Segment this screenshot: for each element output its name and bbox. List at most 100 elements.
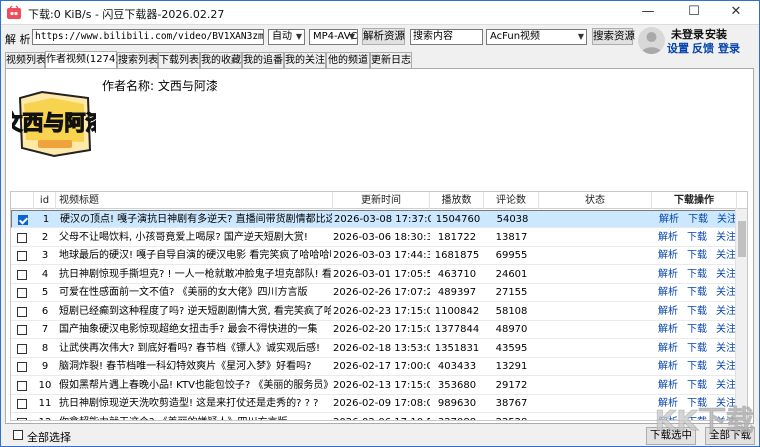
tab-changelog[interactable]: 更新日志 — [370, 52, 412, 69]
follow-action-link[interactable]: 关注 — [716, 414, 736, 421]
download-action-link[interactable]: 下载 — [687, 414, 707, 421]
cover-logo-text: 文西与阿漆 — [12, 111, 96, 135]
download-action-link[interactable]: 下载 — [687, 303, 707, 321]
parse-action-link[interactable]: 解析 — [658, 358, 678, 376]
app-window: 下载:0 KiB/s - 闪豆下载器-2026.02.27 — ☐ ✕ 解 析 … — [0, 0, 760, 447]
follow-action-link[interactable]: 关注 — [716, 358, 736, 376]
table-row[interactable]: 5 可爱在性感面前一文不值? 《美丽的女大佬》四川方言版 2026-02-26 17… — [11, 284, 747, 302]
table-row[interactable]: 10 假如黑帮片遇上春晚小品! KTV也能包饺子? 《美丽的服务员》四川 2026-… — [11, 377, 747, 395]
row-checkbox[interactable] — [17, 343, 27, 354]
download-action-link[interactable]: 下载 — [687, 321, 707, 339]
table-row[interactable]: 12你拿超能力就干这个? 《美丽的嫌疑人》四川方言版2026-02-06 17:… — [11, 414, 747, 421]
follow-action-link[interactable]: 关注 — [716, 395, 736, 413]
search-input[interactable]: 搜索内容 — [410, 29, 483, 45]
parse-action-link[interactable]: 解析 — [658, 377, 678, 395]
row-checkbox[interactable] — [17, 417, 27, 420]
avatar-icon[interactable] — [638, 27, 665, 54]
tab-following-series[interactable]: 我的追番 — [242, 52, 284, 69]
tab-my-follows[interactable]: 我的关注 — [284, 52, 326, 69]
download-all-button[interactable]: 全部下载 — [705, 427, 755, 445]
table-row[interactable]: 8 让武侠再次伟大? 到底好看吗? 春节档《镖人》诚实观后感! 2026-02-18… — [11, 340, 747, 358]
table-row[interactable]: 2 父母不让喝饮料, 小孩哥竟爱上喝尿? 国产逆天短剧大赏! 2026-03-06 … — [11, 229, 747, 247]
row-checkbox[interactable] — [17, 269, 27, 280]
cell-title: 抗日神剧惊现逆天洗吹剪造型! 这是来打仗还是走秀的? ? ? — [59, 398, 319, 409]
scrollbar-thumb[interactable] — [738, 221, 746, 257]
settings-link[interactable]: 设置 — [667, 40, 689, 56]
row-checkbox[interactable] — [17, 380, 27, 391]
follow-action-link[interactable]: 关注 — [716, 266, 736, 284]
follow-action-link[interactable]: 关注 — [717, 211, 737, 227]
follow-action-link[interactable]: 关注 — [716, 247, 736, 265]
download-action-link[interactable]: 下载 — [687, 340, 707, 358]
minimize-button[interactable]: — — [625, 1, 671, 25]
parse-action-link[interactable]: 解析 — [658, 395, 678, 413]
url-input[interactable]: https://www.bilibili.com/video/BV1XAN3zm… — [32, 29, 264, 45]
tab-video-list[interactable]: 视频列表 — [5, 52, 46, 69]
author-videos-panel: 文西与阿漆 作者名称: 文西与阿漆 id 视频标题 更新时间 播放数 评论数 状… — [5, 68, 754, 424]
table-row[interactable]: 9 脑洞炸裂! 春节档唯一科幻特效爽片《星河入梦》好看吗? 2026-02-17 1… — [11, 358, 747, 376]
row-checkbox[interactable] — [17, 288, 27, 298]
download-action-link[interactable]: 下载 — [687, 284, 707, 302]
download-selected-button[interactable]: 下载选中 — [646, 427, 696, 445]
parse-action-link[interactable]: 解析 — [658, 229, 678, 247]
search-resource-button[interactable]: 搜索资源 — [592, 28, 635, 45]
cell-id: 9 — [41, 361, 49, 372]
download-action-link[interactable]: 下载 — [688, 211, 708, 227]
follow-action-link[interactable]: 关注 — [716, 340, 736, 358]
search-source-select[interactable]: AcFun视频 ▼ — [486, 29, 587, 45]
download-action-link[interactable]: 下载 — [687, 395, 707, 413]
follow-action-link[interactable]: 关注 — [716, 303, 736, 321]
row-checkbox[interactable] — [17, 232, 27, 243]
parse-resource-button[interactable]: 解析资源 — [362, 28, 405, 45]
cell-update-time: 2026-03-01 17:05:55 — [333, 268, 430, 280]
row-checkbox[interactable] — [18, 215, 28, 225]
close-button[interactable]: ✕ — [713, 1, 759, 25]
tab-his-channel[interactable]: 他的频道 — [326, 52, 370, 69]
parse-action-link[interactable]: 解析 — [659, 211, 679, 227]
table-row[interactable]: 4 抗日神剧惊现手撕坦克? ! 一人一枪就敢冲脸鬼子坦克部队! 看呆了 2026-0… — [11, 266, 747, 284]
row-checkbox[interactable] — [17, 399, 27, 409]
col-status: 状态 — [539, 192, 652, 209]
feedback-link[interactable]: 反馈 — [692, 40, 714, 56]
maximize-button[interactable]: ☐ — [671, 1, 717, 25]
download-action-link[interactable]: 下载 — [687, 358, 707, 376]
select-all-label: 全部选择 — [27, 431, 71, 444]
vertical-scrollbar[interactable] — [735, 209, 747, 420]
cell-status — [539, 395, 652, 413]
cell-comments: 24601 — [495, 268, 528, 280]
table-row[interactable]: 1 硬汉の顶点! 嘎子演抗日神剧有多逆天? 直播间带货剧情都比这好! 2026-03… — [11, 210, 747, 228]
row-checkbox[interactable] — [17, 306, 27, 317]
tab-download-list[interactable]: 下载列表 — [158, 52, 200, 69]
table-row[interactable]: 6 短剧已经癫到这种程度了吗? 逆天短剧剧情大赏, 看完笑疯了哈哈哈哈2026-0… — [11, 303, 747, 321]
follow-action-link[interactable]: 关注 — [716, 321, 736, 339]
follow-action-link[interactable]: 关注 — [716, 284, 736, 302]
tab-search-list[interactable]: 搜索列表 — [117, 52, 158, 69]
follow-action-link[interactable]: 关注 — [716, 377, 736, 395]
row-checkbox[interactable] — [17, 251, 27, 261]
table-row[interactable]: 3 地球最后的硬汉! 嘎子自导自演的硬汉电影 看完笑疯了哈哈哈哈 2026-03-0… — [11, 247, 747, 265]
cell-status — [539, 247, 652, 265]
format-select[interactable]: MP4-AVC ▼ — [309, 29, 358, 45]
download-action-link[interactable]: 下载 — [687, 266, 707, 284]
row-checkbox[interactable] — [17, 325, 27, 335]
download-action-link[interactable]: 下载 — [687, 247, 707, 265]
parse-action-link[interactable]: 解析 — [658, 266, 678, 284]
quality-select[interactable]: 自动 ▼ — [268, 29, 305, 45]
row-checkbox[interactable] — [17, 362, 27, 372]
download-action-link[interactable]: 下载 — [687, 229, 707, 247]
download-action-link[interactable]: 下载 — [687, 377, 707, 395]
parse-action-link[interactable]: 解析 — [658, 284, 678, 302]
follow-action-link[interactable]: 关注 — [716, 229, 736, 247]
select-all-checkbox[interactable] — [13, 430, 23, 440]
parse-action-link[interactable]: 解析 — [658, 303, 678, 321]
parse-action-link[interactable]: 解析 — [658, 247, 678, 265]
tab-favorites[interactable]: 我的收藏 — [200, 52, 242, 69]
tab-author-videos[interactable]: 作者视频(1274) — [45, 51, 119, 69]
login-link[interactable]: 登录 — [718, 40, 740, 56]
parse-action-link[interactable]: 解析 — [658, 321, 678, 339]
cell-update-time: 2026-02-09 17:08:08 — [333, 398, 430, 409]
table-row[interactable]: 7 国产抽象硬汉电影惊现超绝女扭击手? 最会不得快进的一集 2026-02-20 1… — [11, 321, 747, 339]
table-row[interactable]: 11 抗日神剧惊现逆天洗吹剪造型! 这是来打仗还是走秀的? ? ? 2026-02-… — [11, 395, 747, 413]
parse-action-link[interactable]: 解析 — [658, 414, 678, 421]
parse-action-link[interactable]: 解析 — [658, 340, 678, 358]
